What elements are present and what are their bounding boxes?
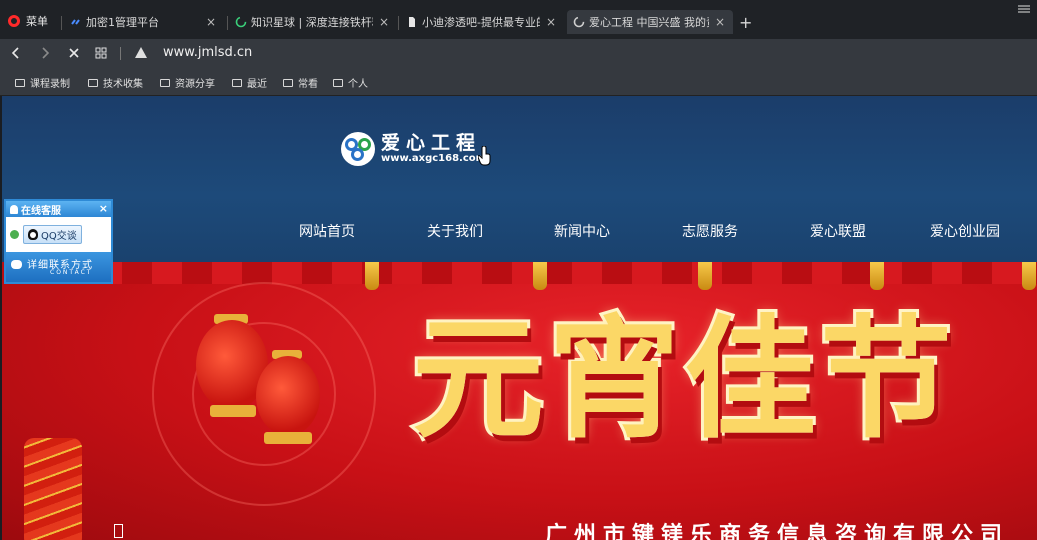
address-separator (120, 47, 121, 60)
menu-label: 菜单 (26, 15, 48, 28)
nav-alliance[interactable]: 爱心联盟 (810, 221, 866, 241)
url-field[interactable]: www.jmlsd.cn (163, 45, 252, 60)
lantern-cap (264, 432, 312, 444)
tab-separator (227, 16, 228, 30)
logo-title: 爱心工程 (381, 132, 482, 154)
logo-url: www.axgc168.com (381, 153, 487, 164)
chat-header: 在线客服 × (6, 201, 111, 217)
web-page: 爱心工程 www.axgc168.com 网站首页 关于我们 新闻中心 志愿服务… (2, 96, 1037, 540)
tab-close-icon[interactable]: × (204, 15, 218, 29)
tassel (533, 262, 547, 290)
tab-separator (61, 16, 62, 30)
bookmark-folder[interactable]: 最近 (232, 75, 267, 90)
bookmark-label: 课程录制 (30, 79, 70, 90)
online-service-widget: 在线客服 × QQ交谈 详细联系方式 CONTACT (4, 199, 113, 284)
bookmark-folder[interactable]: 个人 (333, 75, 368, 90)
document-icon (409, 17, 415, 27)
nav-startup-park[interactable]: 爱心创业园 (930, 221, 1000, 241)
folder-icon (88, 78, 98, 87)
tab-title: 小迪渗透吧-提供最专业的 (422, 16, 540, 29)
bookmark-label: 常看 (298, 79, 318, 90)
bookmark-folder[interactable]: 常看 (283, 75, 318, 90)
bookmark-folder[interactable]: 资源分享 (160, 75, 215, 90)
bookmark-folder[interactable]: 课程录制 (15, 75, 70, 90)
new-tab-button[interactable]: + (739, 13, 752, 32)
contact-details-link[interactable]: 详细联系方式 CONTACT (6, 252, 111, 282)
contact-sub-label: CONTACT (50, 269, 93, 276)
tab-separator (398, 16, 399, 30)
nav-news[interactable]: 新闻中心 (554, 221, 610, 241)
folder-icon (232, 78, 242, 87)
online-status-icon (10, 230, 19, 239)
tab-close-icon[interactable]: × (544, 15, 558, 29)
bookmarks-bar: 课程录制 技术收集 资源分享 最近 常看 个人 (0, 67, 1037, 96)
tab-4-active[interactable]: 爱心工程 中国兴盛 我的责 × (567, 10, 733, 34)
folder-icon (333, 78, 343, 87)
tab-1[interactable]: 加密1管理平台 × (64, 10, 224, 34)
lantern (256, 356, 320, 436)
tassel (870, 262, 884, 290)
nav-volunteer[interactable]: 志愿服务 (682, 221, 738, 241)
lantern-cap (210, 405, 256, 417)
banner-title: 元宵佳节 (409, 302, 956, 457)
qq-row: QQ交谈 (10, 225, 82, 244)
festival-banner[interactable]: 元宵佳节 广州市键镁乐商务信息咨询有限公司 (2, 262, 1037, 540)
qq-button-label: QQ交谈 (41, 231, 77, 242)
chat-bubble-icon (11, 260, 22, 269)
tab-close-icon[interactable]: × (377, 15, 391, 29)
tab-menu-icon[interactable] (1018, 4, 1030, 14)
stop-icon[interactable] (68, 47, 80, 59)
tab-2[interactable]: 知识星球 | 深度连接铁杆粉 × (229, 10, 397, 34)
company-name: 广州市键镁乐商务信息咨询有限公司 (545, 523, 1010, 540)
tassel (365, 262, 379, 290)
tab-title: 知识星球 | 深度连接铁杆粉 (251, 16, 373, 29)
loading-icon (573, 16, 585, 28)
logo-rings-icon (341, 132, 375, 166)
warning-icon[interactable] (135, 47, 147, 58)
chat-close-icon[interactable]: × (99, 202, 108, 215)
tab-3[interactable]: 小迪渗透吧-提供最专业的 × (400, 10, 564, 34)
folder-icon (160, 78, 170, 87)
user-icon (10, 204, 18, 214)
bookmark-label: 个人 (348, 79, 368, 90)
bookmark-label: 技术收集 (103, 79, 143, 90)
loading-icon (235, 16, 247, 28)
address-bar: www.jmlsd.cn (0, 39, 1037, 67)
tassel (1022, 262, 1036, 290)
nav-home[interactable]: 网站首页 (299, 221, 355, 241)
opera-logo-icon (8, 15, 20, 27)
bookmark-label: 最近 (247, 79, 267, 90)
folder-icon (283, 78, 293, 87)
bookmark-label: 资源分享 (175, 79, 215, 90)
tassel (698, 262, 712, 290)
firecracker-decor (24, 438, 82, 540)
tab-close-icon[interactable]: × (713, 15, 727, 29)
site-logo[interactable]: 爱心工程 www.axgc168.com (341, 132, 486, 166)
slider-marker[interactable] (114, 524, 123, 538)
site-header: 爱心工程 www.axgc168.com 网站首页 关于我们 新闻中心 志愿服务… (2, 96, 1037, 262)
tab-title: 加密1管理平台 (86, 16, 159, 29)
tab-title: 爱心工程 中国兴盛 我的责 (589, 16, 709, 29)
speed-dial-icon[interactable] (95, 47, 107, 59)
qq-penguin-icon (28, 229, 38, 240)
folder-icon (15, 78, 25, 87)
back-icon[interactable] (11, 47, 21, 59)
chat-title: 在线客服 (21, 205, 61, 217)
qq-chat-button[interactable]: QQ交谈 (23, 225, 82, 244)
hand-cursor-icon (478, 146, 491, 166)
forward-icon[interactable] (40, 47, 50, 59)
opera-menu-button[interactable]: 菜单 (8, 12, 48, 30)
bookmark-folder[interactable]: 技术收集 (88, 75, 143, 90)
nav-about[interactable]: 关于我们 (427, 221, 483, 241)
main-nav: 网站首页 关于我们 新闻中心 志愿服务 爱心联盟 爱心创业园 (2, 221, 1037, 241)
link-icon (71, 19, 80, 25)
browser-tab-strip: 菜单 加密1管理平台 × 知识星球 | 深度连接铁杆粉 × 小迪渗透吧-提供最专… (0, 0, 1037, 39)
